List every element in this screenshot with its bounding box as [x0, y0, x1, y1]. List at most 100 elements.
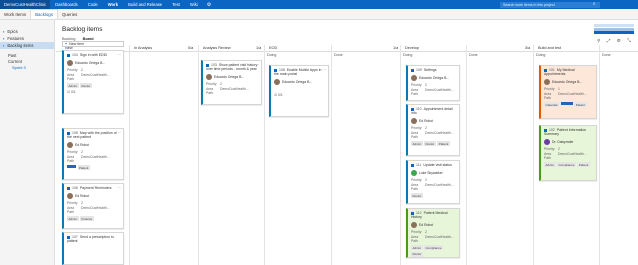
- field-label: Priority: [544, 146, 555, 151]
- color-tag: [560, 102, 573, 106]
- nav-wiki[interactable]: Wiki: [185, 2, 203, 7]
- card-assignee[interactable]: Eduardo Ortega B...: [214, 75, 244, 79]
- card-assignee[interactable]: Eduardo Ortega B...: [282, 80, 312, 84]
- field-label: Priority: [67, 67, 78, 72]
- card-menu-icon[interactable]: ⋯: [323, 68, 326, 72]
- card-area: DemoCustHealth...: [425, 131, 454, 136]
- expand-icon[interactable]: ⤡: [627, 38, 631, 44]
- search-input[interactable]: Search work items in this project: [500, 1, 600, 8]
- tag: Doctor: [411, 251, 423, 257]
- work-item-card[interactable]: 101 My Medical Appointments Eduardo Orteg…: [539, 65, 597, 119]
- card-assignee[interactable]: Eduardo Ortega B...: [419, 76, 449, 80]
- card-area: DemoCustHealth...: [425, 88, 454, 93]
- avatar: [411, 170, 417, 177]
- avatar: [67, 142, 73, 149]
- backlog-item-icon: [206, 63, 209, 67]
- nav-test[interactable]: Test: [167, 2, 185, 7]
- column-divider: [466, 45, 467, 265]
- avatar: [411, 75, 417, 82]
- column-headers: New In Analysis 0/a Analysis Review 1/a …: [56, 45, 638, 52]
- filter-icon[interactable]: ⚲: [597, 38, 600, 44]
- card-menu-icon[interactable]: ⋯: [118, 53, 121, 57]
- work-item-card[interactable]: ⋯ 104 Sign in with EDID Eduardo Ortega B.…: [62, 50, 124, 114]
- sidebar-item-backlog-items[interactable]: ▪ Backlog items: [0, 42, 54, 49]
- field-label: Area Path: [544, 152, 552, 161]
- work-item-card[interactable]: ⋯ 108 Enable Mobile Apps in the main port…: [269, 65, 329, 117]
- page-title: Backlog items: [62, 26, 103, 33]
- column-header-develop: Develop: [405, 46, 419, 50]
- card-menu-icon[interactable]: ⋯: [118, 186, 121, 190]
- work-item-card[interactable]: ⋯ 106 Payment Reminders Ed Robot Priority…: [62, 183, 124, 229]
- card-title[interactable]: Payment Reminders: [80, 186, 112, 190]
- column-header-count: 3/a: [525, 46, 531, 50]
- avatar: [411, 222, 417, 229]
- card-menu-icon[interactable]: ⋯: [256, 63, 259, 67]
- card-menu-icon[interactable]: ⋯: [118, 131, 121, 135]
- cumulative-flow-mini-chart[interactable]: [594, 22, 634, 36]
- card-priority: 2: [425, 177, 427, 182]
- search-icon[interactable]: ⌕: [593, 1, 596, 6]
- column-header-count: 1/a: [393, 46, 399, 50]
- card-assignee[interactable]: Ed Robot: [419, 223, 433, 227]
- work-item-card[interactable]: 112 Patient Medical History Ed Robot Prio…: [406, 208, 460, 258]
- column-divider: [264, 45, 265, 265]
- work-item-card[interactable]: 107 Send a prescription to patient: [62, 232, 124, 265]
- top-nav-bar: DemoCustHealthClinic Dashboards Code Wor…: [0, 0, 638, 9]
- card-assignee[interactable]: Ed Robot: [419, 119, 433, 123]
- card-title[interactable]: Settings: [424, 68, 437, 72]
- tab-backlogs[interactable]: Backlogs: [30, 9, 58, 19]
- avatar: [274, 79, 280, 86]
- card-priority: 2: [425, 229, 427, 234]
- sprint-current-link[interactable]: Sprint 3: [0, 65, 54, 71]
- field-label: Priority: [411, 229, 422, 234]
- project-switcher[interactable]: DemoCustHealthClinic: [0, 0, 51, 9]
- tag: Calendar: [544, 102, 560, 108]
- new-item-button[interactable]: + New item: [62, 41, 124, 47]
- work-item-card[interactable]: ⋯ 105 Map with the position of the next p…: [62, 128, 124, 180]
- card-assignee[interactable]: Dr. Daisymder: [552, 140, 573, 144]
- card-priority: 2: [220, 81, 222, 86]
- card-title[interactable]: Update visit status: [423, 163, 452, 167]
- avatar: [67, 60, 73, 67]
- backlog-item-icon: [67, 131, 70, 135]
- tab-work-items[interactable]: Work Items: [0, 12, 30, 19]
- tag: Admin: [544, 162, 556, 168]
- tab-queries[interactable]: Queries: [58, 12, 81, 19]
- card-assignee[interactable]: Eduardo Ortega B...: [75, 61, 105, 65]
- card-assignee[interactable]: Ed Robot: [75, 143, 89, 147]
- avatar: [67, 193, 73, 200]
- settings-icon[interactable]: ⚙: [617, 38, 621, 44]
- work-item-card[interactable]: ⋯ 103 Show patient visit history over tim…: [201, 60, 262, 105]
- card-assignee[interactable]: Luke Skywalker: [419, 171, 443, 175]
- nav-build-release[interactable]: Build and Release: [123, 2, 167, 7]
- nav-work[interactable]: Work: [103, 2, 123, 7]
- tag: Admin: [411, 141, 423, 147]
- nav-dashboards[interactable]: Dashboards: [50, 2, 83, 7]
- column-header-in-analysis: In Analysis: [134, 46, 153, 50]
- checklist-icon: ☑: [274, 93, 278, 98]
- card-priority: 2: [81, 67, 83, 72]
- subcolumn-done: Done: [469, 53, 478, 57]
- tag: Doctor: [424, 141, 436, 147]
- backlog-icon: ▪: [3, 43, 5, 48]
- nav-code[interactable]: Code: [83, 2, 103, 7]
- card-area: DemoCustHealth...: [81, 73, 110, 78]
- work-item-card[interactable]: 109 Settings Eduardo Ortega B... Priority…: [406, 65, 460, 101]
- card-assignee[interactable]: Ed Robot: [75, 194, 89, 198]
- work-item-card[interactable]: 110 Appointment detail info Ed Robot Prio…: [406, 104, 460, 156]
- sidebar-item-features[interactable]: ▪ Features: [0, 35, 54, 42]
- subcolumn-done: Done: [334, 53, 343, 57]
- sidebar-item-epics[interactable]: ▪ Epics: [0, 28, 54, 35]
- column-divider: [331, 45, 332, 265]
- field-label: Priority: [411, 125, 422, 130]
- card-title[interactable]: Sign in with EDID: [80, 53, 107, 57]
- card-area: DemoCustHealth...: [558, 152, 587, 157]
- work-item-card[interactable]: 102 Patient Information Summary Dr. Daisy…: [539, 125, 597, 181]
- backlog-item-icon: [67, 235, 70, 239]
- card-assignee[interactable]: Eduardo Ortega B...: [552, 80, 582, 84]
- card-task-count: 0/1: [278, 93, 283, 98]
- field-label: Area Path: [67, 155, 75, 164]
- fullscreen-icon[interactable]: ⤢: [607, 38, 611, 44]
- work-item-card[interactable]: 111 Update visit status Luke Skywalker Pr…: [406, 160, 460, 204]
- settings-gear-icon[interactable]: ⚙: [203, 2, 215, 8]
